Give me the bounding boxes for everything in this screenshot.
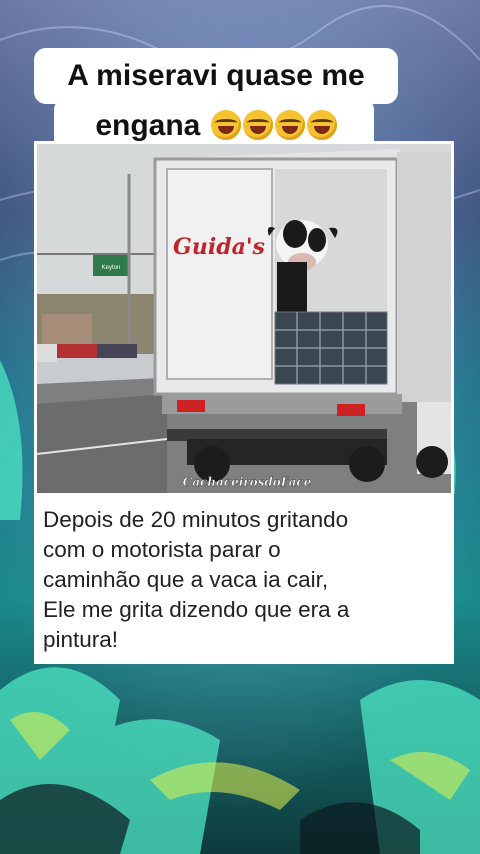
laughing-emoji-icon [306,110,337,140]
post-text-line: Depois de 20 minutos gritando [43,507,349,532]
caption-line-1: A miseravi quase me [67,59,365,92]
laughing-emoji-icon [242,110,273,140]
meme-card: Keyton Guida's CachaceirosdoFace Depois … [34,141,454,664]
post-text-line: caminhão que a vaca ia cair, [43,567,329,592]
post-text-line: com o motorista parar o [43,537,281,562]
truck-photo: Keyton Guida's CachaceirosdoFace [37,144,451,493]
meme-caption: A miseravi quase me engana [34,48,398,156]
truck-brand-logo: Guida's [173,234,265,260]
caption-line-2: engana [34,108,398,144]
post-text-line: Ele me grita dizendo que era a [43,597,350,622]
road-sign-label: Keyton [102,265,121,271]
watermark-text: CachaceirosdoFace [183,475,312,489]
caption-line-2-text: engana [95,109,201,142]
post-text: Depois de 20 minutos gritando com o moto… [43,505,447,655]
laughing-emoji-icon [274,110,305,140]
laughing-emoji-icon [210,110,241,140]
post-text-line: pintura! [43,627,119,652]
